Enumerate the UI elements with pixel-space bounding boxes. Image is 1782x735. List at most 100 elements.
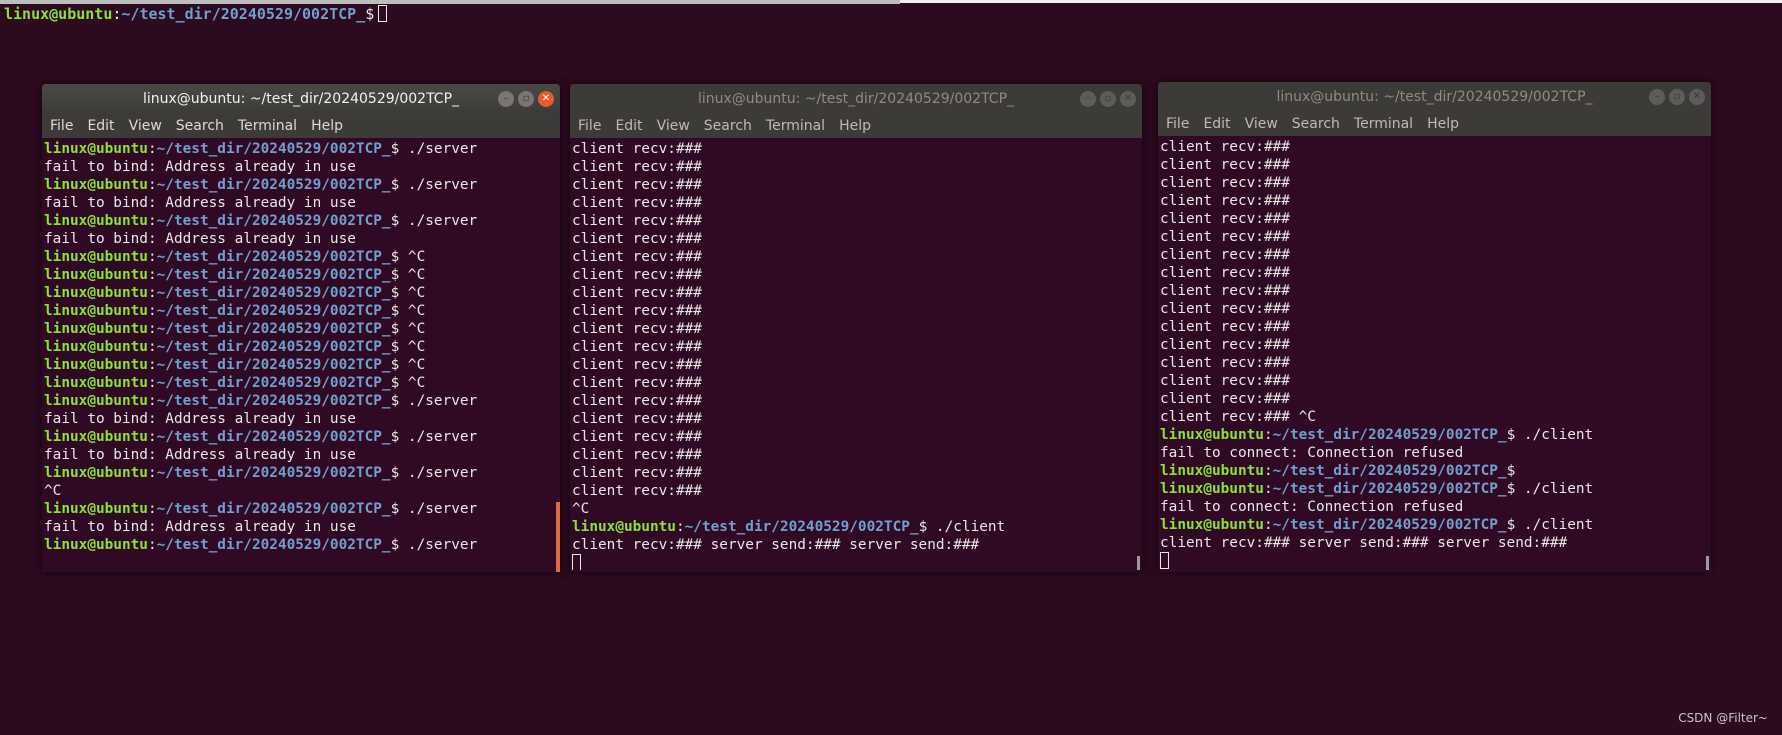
terminal-window-client-1[interactable]: linux@ubuntu: ~/test_dir/20240529/002TCP… — [556, 84, 1142, 572]
menu-file[interactable]: File — [1164, 116, 1191, 132]
prompt-symbol: $ — [390, 375, 400, 391]
prompt-path: ~/test_dir/20240529/002TCP_ — [156, 249, 391, 265]
terminal-line: client recv:### ^C — [1160, 409, 1316, 425]
prompt-separator: : — [147, 501, 157, 517]
terminal-line: client recv:### — [1160, 391, 1290, 407]
terminal-line — [1160, 552, 1709, 570]
maximize-icon[interactable]: ▫ — [518, 91, 534, 107]
terminal-line: client recv:### server send:### server s… — [572, 537, 980, 553]
terminal-line: fail to bind: Address already in use — [44, 447, 356, 463]
terminal-line: linux@ubuntu:~/test_dir/20240529/002TCP_… — [1160, 462, 1709, 480]
command-text: ./server — [399, 141, 478, 157]
top-panel-right — [900, 0, 1782, 3]
prompt-separator: : — [147, 537, 157, 553]
prompt-separator: : — [147, 267, 157, 283]
terminal-line: ^C — [572, 501, 590, 517]
menu-edit[interactable]: Edit — [1201, 116, 1232, 132]
maximize-icon[interactable]: ▫ — [1100, 91, 1116, 107]
terminal-line: client recv:### — [1160, 157, 1290, 173]
close-icon[interactable]: ✕ — [1120, 91, 1136, 107]
prompt-separator: : — [147, 213, 157, 229]
terminal-line: client recv:### — [572, 159, 702, 175]
menu-view[interactable]: View — [127, 118, 164, 134]
terminal-output[interactable]: client recv:### client recv:### client rec… — [1158, 136, 1711, 570]
prompt-user: linux@ubuntu — [44, 537, 148, 553]
prompt-symbol: $ — [390, 177, 400, 193]
terminal-line: client recv:### — [1160, 301, 1290, 317]
terminal-line: client recv:### — [1160, 247, 1290, 263]
menubar: File Edit View Search Terminal Help — [570, 114, 1142, 138]
prompt-path: ~/test_dir/20240529/002TCP_ — [1272, 517, 1507, 533]
terminal-line: fail to connect: Connection refused — [1160, 499, 1464, 515]
menu-terminal[interactable]: Terminal — [236, 118, 299, 134]
terminal-line: client recv:### — [572, 393, 702, 409]
prompt-symbol: $ — [390, 285, 400, 301]
close-icon[interactable]: ✕ — [1689, 89, 1705, 105]
menu-view[interactable]: View — [655, 118, 692, 134]
window-titlebar[interactable]: linux@ubuntu: ~/test_dir/20240529/002TCP… — [570, 84, 1142, 114]
prompt-separator: : — [147, 339, 157, 355]
menu-edit[interactable]: Edit — [85, 118, 116, 134]
menu-search[interactable]: Search — [1290, 116, 1342, 132]
prompt-separator: : — [147, 249, 157, 265]
terminal-line: linux@ubuntu:~/test_dir/20240529/002TCP_… — [1160, 480, 1709, 498]
menu-search[interactable]: Search — [174, 118, 226, 134]
menu-help[interactable]: Help — [309, 118, 345, 134]
prompt-symbol: $ — [390, 393, 400, 409]
prompt-symbol: $ — [1506, 463, 1516, 479]
menubar: File Edit View Search Terminal Help — [1158, 112, 1711, 136]
scrollbar-thumb[interactable] — [1706, 556, 1709, 570]
terminal-line: linux@ubuntu:~/test_dir/20240529/002TCP_… — [44, 248, 558, 266]
terminal-output[interactable]: client recv:### client recv:### client rec… — [570, 138, 1142, 570]
window-titlebar[interactable]: linux@ubuntu: ~/test_dir/20240529/002TCP… — [42, 84, 560, 114]
command-text: ./server — [399, 501, 478, 517]
prompt-user: linux@ubuntu — [1160, 463, 1264, 479]
menu-search[interactable]: Search — [702, 118, 754, 134]
prompt-symbol: $ — [1506, 517, 1516, 533]
terminal-output[interactable]: linux@ubuntu:~/test_dir/20240529/002TCP_… — [42, 138, 560, 570]
window-titlebar[interactable]: linux@ubuntu: ~/test_dir/20240529/002TCP… — [1158, 82, 1711, 112]
prompt-user: linux@ubuntu — [44, 267, 148, 283]
prompt-user: linux@ubuntu — [44, 285, 148, 301]
prompt-symbol: $ — [390, 267, 400, 283]
prompt-separator: : — [147, 357, 157, 373]
prompt-path: ~/test_dir/20240529/002TCP_ — [156, 141, 391, 157]
minimize-icon[interactable]: – — [498, 91, 514, 107]
top-panel-strip — [0, 0, 1782, 4]
prompt-symbol: $ — [390, 213, 400, 229]
terminal-line: linux@ubuntu:~/test_dir/20240529/002TCP_… — [44, 428, 558, 446]
menu-terminal[interactable]: Terminal — [764, 118, 827, 134]
prompt-path: ~/test_dir/20240529/002TCP_ — [156, 321, 391, 337]
close-icon[interactable]: ✕ — [538, 91, 554, 107]
command-text: ./client — [1515, 481, 1594, 497]
prompt-user: linux@ubuntu — [4, 5, 113, 23]
menu-file[interactable]: File — [48, 118, 75, 134]
background-terminal-prompt[interactable]: linux@ubuntu:~/test_dir/20240529/002TCP_… — [4, 5, 388, 23]
menu-help[interactable]: Help — [837, 118, 873, 134]
prompt-path: ~/test_dir/20240529/002TCP_ — [156, 375, 391, 391]
command-text: ^C — [399, 267, 426, 283]
terminal-line: linux@ubuntu:~/test_dir/20240529/002TCP_… — [44, 212, 558, 230]
prompt-path: ~/test_dir/20240529/002TCP_ — [121, 5, 366, 23]
prompt-path: ~/test_dir/20240529/002TCP_ — [1272, 463, 1507, 479]
prompt-user: linux@ubuntu — [44, 303, 148, 319]
menu-terminal[interactable]: Terminal — [1352, 116, 1415, 132]
prompt-user: linux@ubuntu — [44, 321, 148, 337]
terminal-window-client-2[interactable]: linux@ubuntu: ~/test_dir/20240529/002TCP… — [1158, 82, 1711, 572]
terminal-line: client recv:### — [572, 213, 702, 229]
maximize-icon[interactable]: ▫ — [1669, 89, 1685, 105]
scrollbar-thumb[interactable] — [1137, 556, 1140, 570]
terminal-line: fail to connect: Connection refused — [1160, 445, 1464, 461]
minimize-icon[interactable]: – — [1649, 89, 1665, 105]
terminal-window-server[interactable]: linux@ubuntu: ~/test_dir/20240529/002TCP… — [42, 84, 560, 572]
terminal-line: linux@ubuntu:~/test_dir/20240529/002TCP_… — [1160, 516, 1709, 534]
terminal-line: fail to bind: Address already in use — [44, 159, 356, 175]
prompt-symbol: $ — [390, 339, 400, 355]
terminal-line: ^C — [44, 483, 62, 499]
menu-view[interactable]: View — [1243, 116, 1280, 132]
command-text: ./client — [927, 519, 1006, 535]
menu-help[interactable]: Help — [1425, 116, 1461, 132]
menu-file[interactable]: File — [576, 118, 603, 134]
menu-edit[interactable]: Edit — [613, 118, 644, 134]
minimize-icon[interactable]: – — [1080, 91, 1096, 107]
